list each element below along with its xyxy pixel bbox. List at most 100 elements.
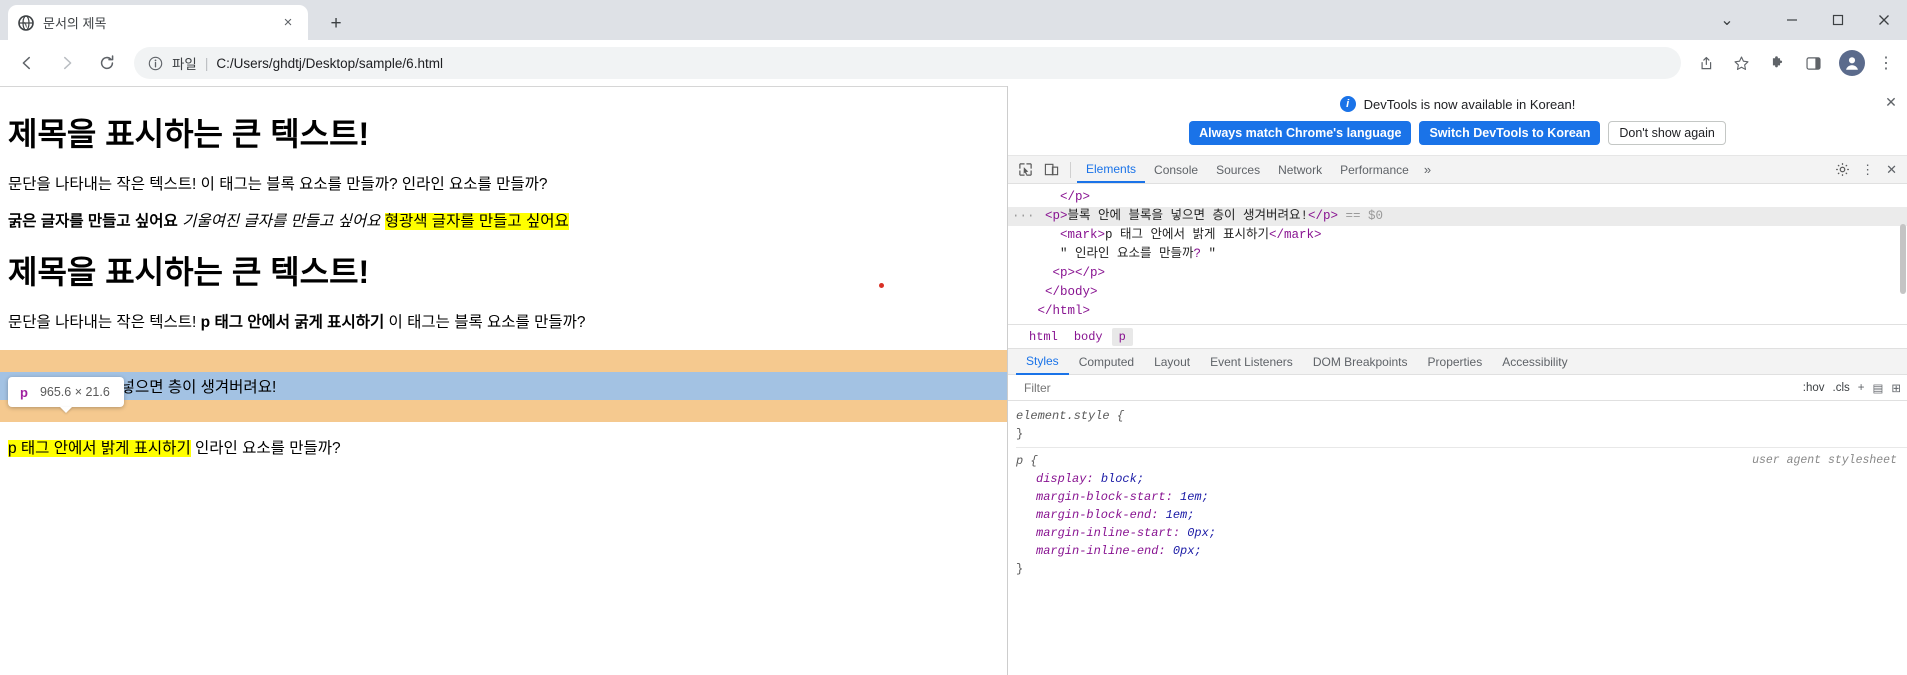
styles-pane[interactable]: element.style { } p { user agent stylesh…: [1008, 401, 1907, 675]
tab-dom-breakpoints[interactable]: DOM Breakpoints: [1303, 349, 1418, 375]
devtools-close-icon[interactable]: ✕: [1880, 162, 1903, 178]
tab-console[interactable]: Console: [1145, 156, 1207, 183]
bookmark-star-icon[interactable]: [1725, 47, 1757, 79]
decl-value[interactable]: block;: [1101, 472, 1144, 486]
styled-text-line: 굵은 글자를 만들고 싶어요 기울여진 글자를 만들고 싶어요 형광색 글자를 …: [8, 211, 999, 233]
decl-value[interactable]: 1em;: [1180, 490, 1209, 504]
url-text: C:/Users/ghdtj/Desktop/sample/6.html: [216, 55, 443, 71]
style-rule-p[interactable]: p { user agent stylesheet display: block…: [1016, 452, 1907, 578]
computed-sidebar-icon[interactable]: ▤: [1872, 381, 1883, 395]
highlighted-text: 형광색 글자를 만들고 싶어요: [384, 213, 569, 231]
decl-value[interactable]: 0px;: [1187, 526, 1216, 540]
always-match-language-button[interactable]: Always match Chrome's language: [1189, 121, 1412, 145]
paragraph-2: 문단을 나타내는 작은 텍스트! p 태그 안에서 굵게 표시하기 이 태그는 …: [8, 312, 999, 334]
toolbar-divider: [1070, 161, 1071, 178]
style-declaration[interactable]: margin-block-end: 1em;: [1016, 506, 1907, 524]
new-style-rule-icon[interactable]: +: [1858, 382, 1865, 394]
tab-properties[interactable]: Properties: [1418, 349, 1493, 375]
breadcrumb-p[interactable]: p: [1111, 327, 1133, 346]
switch-devtools-korean-button[interactable]: Switch DevTools to Korean: [1419, 121, 1601, 145]
tab-elements[interactable]: Elements: [1077, 156, 1146, 183]
globe-icon: [18, 14, 34, 31]
dom-line[interactable]: </html>: [1008, 302, 1907, 321]
dom-tree[interactable]: </p> ··· <p>블록 안에 블록을 넣으면 층이 생겨버려요!</p> …: [1008, 184, 1907, 324]
share-icon[interactable]: [1689, 47, 1721, 79]
dom-scrollbar[interactable]: [1899, 184, 1907, 324]
dont-show-again-button[interactable]: Don't show again: [1608, 121, 1726, 145]
style-rule-element[interactable]: element.style { }: [1016, 407, 1907, 443]
window-close-icon[interactable]: [1861, 0, 1907, 40]
rule-close-brace: }: [1016, 562, 1024, 576]
address-bar[interactable]: 파일 | C:/Users/ghdtj/Desktop/sample/6.htm…: [134, 47, 1681, 79]
decl-value[interactable]: 0px;: [1173, 544, 1202, 558]
tab-computed[interactable]: Computed: [1069, 349, 1144, 375]
styles-filter-input[interactable]: [1022, 379, 1803, 396]
style-declaration[interactable]: margin-inline-end: 0px;: [1016, 542, 1907, 560]
tab-styles[interactable]: Styles: [1016, 349, 1069, 375]
breadcrumb-body[interactable]: body: [1067, 328, 1110, 346]
extensions-puzzle-icon[interactable]: [1761, 47, 1793, 79]
dom-line[interactable]: " 인라인 요소를 만들까? ": [1008, 245, 1907, 264]
browser-tab[interactable]: 문서의 제목 ×: [8, 5, 308, 40]
hov-toggle[interactable]: :hov: [1803, 382, 1825, 394]
side-panel-icon[interactable]: [1797, 47, 1829, 79]
style-declaration[interactable]: margin-inline-start: 0px;: [1016, 524, 1907, 542]
gear-icon[interactable]: [1829, 158, 1855, 182]
style-declaration[interactable]: display: block;: [1016, 470, 1907, 488]
paragraph-1: 문단을 나타내는 작은 텍스트! 이 태그는 블록 요소를 만들까? 인라인 요…: [8, 175, 548, 193]
breadcrumb-html[interactable]: html: [1022, 328, 1065, 346]
decl-prop: margin-inline-end:: [1036, 544, 1166, 558]
dom-line[interactable]: <mark>p 태그 안에서 밝게 표시하기</mark>: [1008, 226, 1907, 245]
new-tab-button[interactable]: +: [322, 10, 350, 38]
device-toolbar-icon[interactable]: [1038, 158, 1064, 182]
decl-prop: margin-block-end:: [1036, 508, 1159, 522]
dom-line[interactable]: </body>: [1008, 283, 1907, 302]
forward-button-icon[interactable]: [50, 46, 84, 80]
rule-selector: p {: [1016, 454, 1038, 468]
profile-avatar[interactable]: [1839, 50, 1865, 76]
decl-prop: margin-inline-start:: [1036, 526, 1181, 540]
tab-overflow-icon[interactable]: »: [1418, 162, 1437, 177]
url-scheme-label: 파일: [172, 57, 197, 72]
highlight-content-box: 블록 안에 블록을 넣으면 층이 생겨버려요!: [0, 371, 1007, 400]
style-declaration[interactable]: margin-block-start: 1em;: [1016, 488, 1907, 506]
dom-line[interactable]: </p>: [1008, 188, 1907, 207]
tab-accessibility[interactable]: Accessibility: [1492, 349, 1577, 375]
inspect-element-icon[interactable]: [1012, 158, 1038, 182]
paragraph-3: p 태그 안에서 밝게 표시하기 인라인 요소를 만들까?: [8, 438, 999, 460]
browser-menu-icon[interactable]: ⋮: [1871, 47, 1901, 79]
tab-close-icon[interactable]: ×: [278, 13, 298, 33]
tab-sources[interactable]: Sources: [1207, 156, 1269, 183]
reload-button-icon[interactable]: [90, 46, 124, 80]
dom-line-selected[interactable]: ··· <p>블록 안에 블록을 넣으면 층이 생겨버려요!</p> == $0: [1008, 207, 1907, 226]
highlight-margin-bottom: [0, 399, 1007, 422]
window-caret-icon[interactable]: ⌄: [1707, 0, 1747, 40]
decl-value[interactable]: 1em;: [1166, 508, 1195, 522]
breadcrumb: html body p: [1008, 324, 1907, 348]
rule-source[interactable]: user agent stylesheet: [1752, 452, 1897, 470]
page-viewport: 제목을 표시하는 큰 텍스트! 문단을 나타내는 작은 텍스트! 이 태그는 블…: [0, 86, 1007, 675]
minimize-icon[interactable]: [1769, 0, 1815, 40]
window-controls: [1769, 0, 1907, 40]
devtools-toolbar: Elements Console Sources Network Perform…: [1008, 156, 1907, 184]
page-title-2: 제목을 표시하는 큰 텍스트!: [8, 254, 370, 291]
notification-close-icon[interactable]: ✕: [1883, 94, 1899, 110]
browser-window: 문서의 제목 × + ⌄ 파일 | C:/Users/ghdtj/Desktop…: [0, 0, 1907, 675]
tab-event-listeners[interactable]: Event Listeners: [1200, 349, 1303, 375]
back-button-icon[interactable]: [10, 46, 44, 80]
italic-text: 기울여진 글자를 만들고 싶어요: [182, 213, 381, 231]
notification-text: DevTools is now available in Korean!: [1363, 96, 1576, 112]
cls-toggle[interactable]: .cls: [1833, 382, 1850, 394]
bold-text: 굵은 글자를 만들고 싶어요: [8, 213, 178, 231]
dom-line[interactable]: <p></p>: [1008, 264, 1907, 283]
paragraph-2-bold: p 태그 안에서 굵게 표시하기: [200, 313, 385, 331]
devtools-menu-icon[interactable]: ⋮: [1855, 162, 1880, 178]
tooltip-dimensions: 965.6 × 21.6: [39, 385, 110, 399]
paragraph-3-mark: p 태그 안에서 밝게 표시하기: [8, 439, 191, 457]
maximize-icon[interactable]: [1815, 0, 1861, 40]
tab-performance[interactable]: Performance: [1331, 156, 1418, 183]
tab-network[interactable]: Network: [1269, 156, 1331, 183]
page-info-icon[interactable]: [146, 54, 164, 72]
styles-toggle-icon[interactable]: ⊞: [1891, 381, 1901, 395]
tab-layout[interactable]: Layout: [1144, 349, 1200, 375]
